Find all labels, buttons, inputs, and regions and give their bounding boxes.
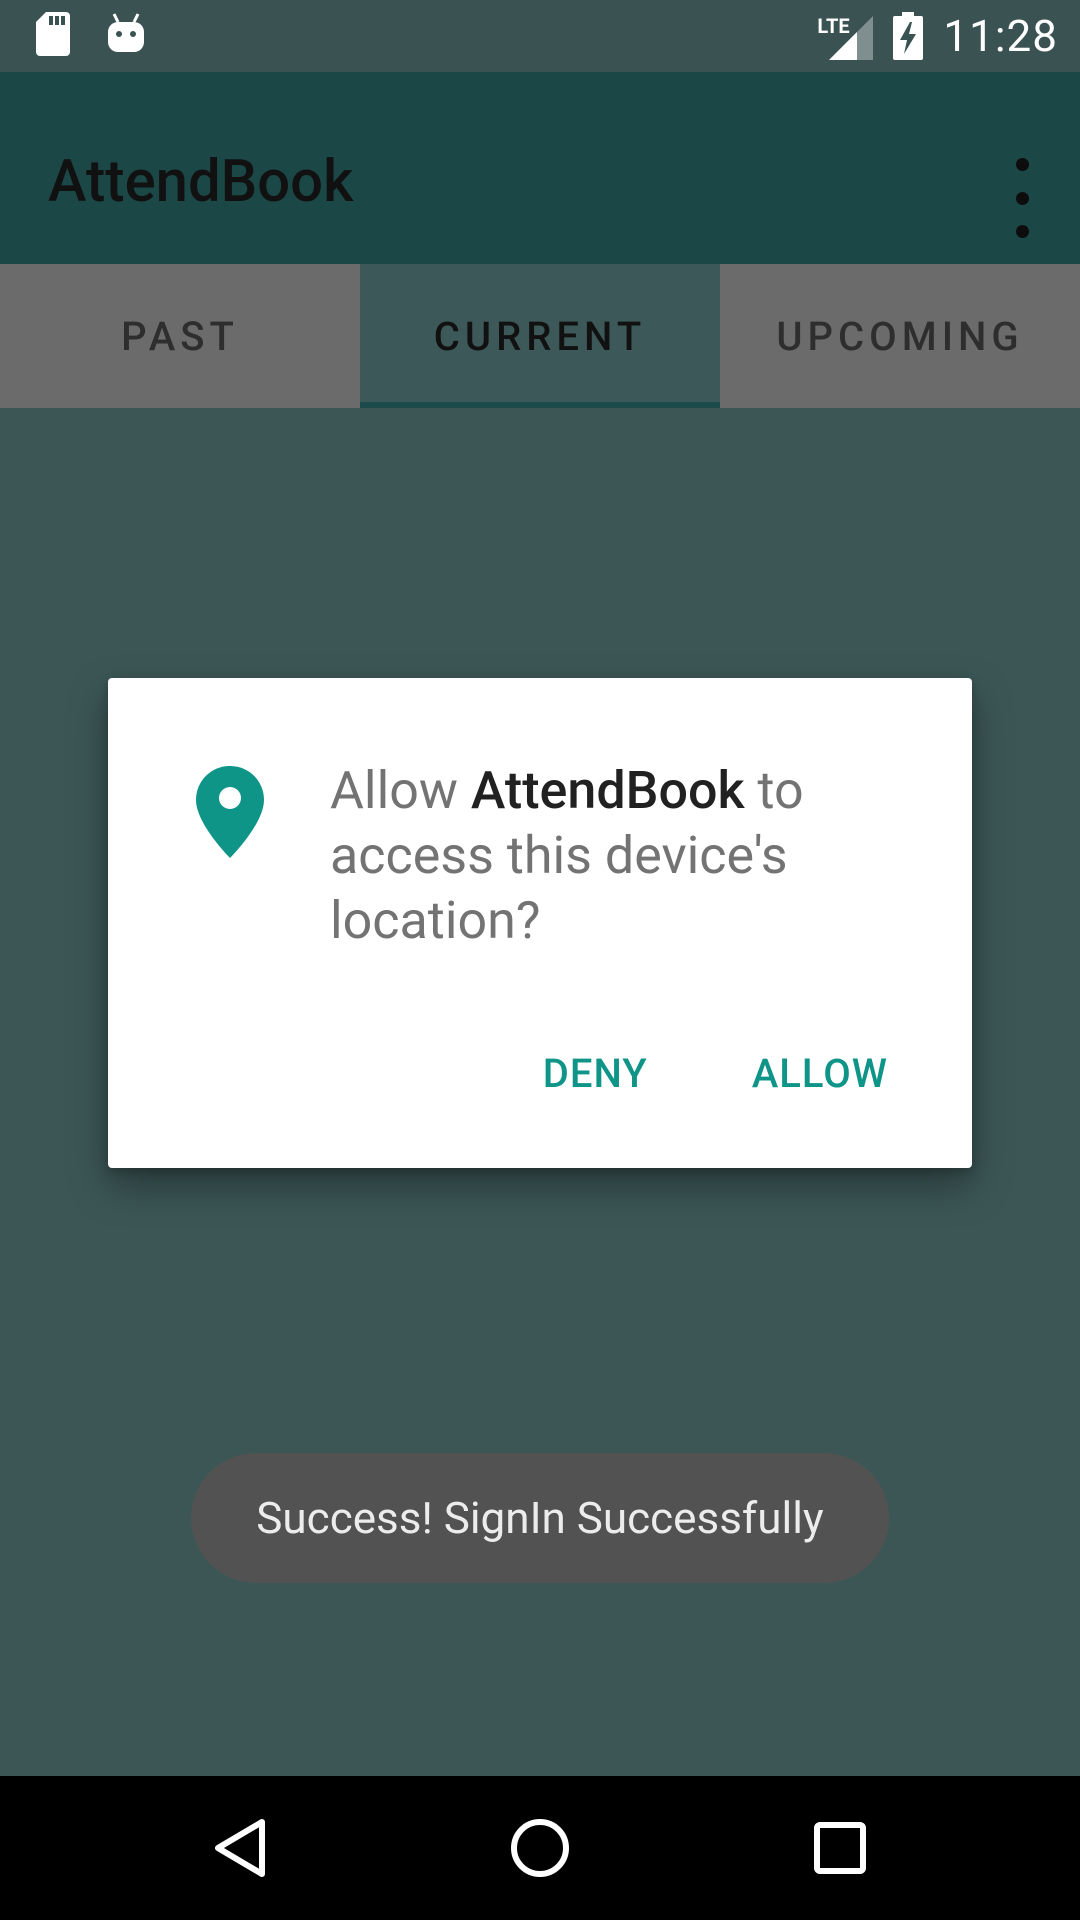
status-time: 11:28 xyxy=(943,10,1058,62)
dialog-actions: DENY ALLOW xyxy=(543,1050,888,1097)
home-icon[interactable] xyxy=(504,1812,576,1884)
battery-charging-icon xyxy=(893,12,924,60)
toast: Success! SignIn Successfully xyxy=(191,1453,889,1583)
dialog-message-prefix: Allow xyxy=(330,760,471,821)
signal-icon: LTE xyxy=(817,12,874,60)
navigation-bar xyxy=(0,1776,1080,1920)
tab-upcoming[interactable]: UPCOMING xyxy=(720,264,1080,408)
location-pin-icon xyxy=(196,766,264,858)
dialog-app-name: AttendBook xyxy=(470,760,745,821)
tab-current[interactable]: CURRENT xyxy=(360,264,720,408)
location-permission-dialog: Allow AttendBook to access this device's… xyxy=(108,678,972,1168)
tab-past-label: PAST xyxy=(121,312,239,360)
status-bar: LTE 11:28 xyxy=(0,0,1080,72)
recents-icon[interactable] xyxy=(804,1812,876,1884)
status-bar-system: LTE 11:28 xyxy=(817,0,1058,72)
back-icon[interactable] xyxy=(204,1812,276,1884)
allow-button[interactable]: ALLOW xyxy=(752,1050,888,1097)
deny-button[interactable]: DENY xyxy=(543,1050,648,1097)
status-bar-notifications xyxy=(36,12,146,56)
sd-card-icon xyxy=(36,12,70,56)
android-icon xyxy=(106,12,146,56)
network-type-label: LTE xyxy=(817,14,850,38)
toast-message: Success! SignIn Successfully xyxy=(256,1492,824,1544)
more-vert-icon[interactable] xyxy=(1002,158,1042,238)
app-title: AttendBook xyxy=(48,148,354,216)
tab-bar: PAST CURRENT UPCOMING xyxy=(0,264,1080,408)
app-bar: AttendBook xyxy=(0,72,1080,264)
tab-upcoming-label: UPCOMING xyxy=(776,312,1024,360)
tab-current-label: CURRENT xyxy=(433,312,647,360)
dialog-message: Allow AttendBook to access this device's… xyxy=(330,758,910,953)
tab-past[interactable]: PAST xyxy=(0,264,360,408)
